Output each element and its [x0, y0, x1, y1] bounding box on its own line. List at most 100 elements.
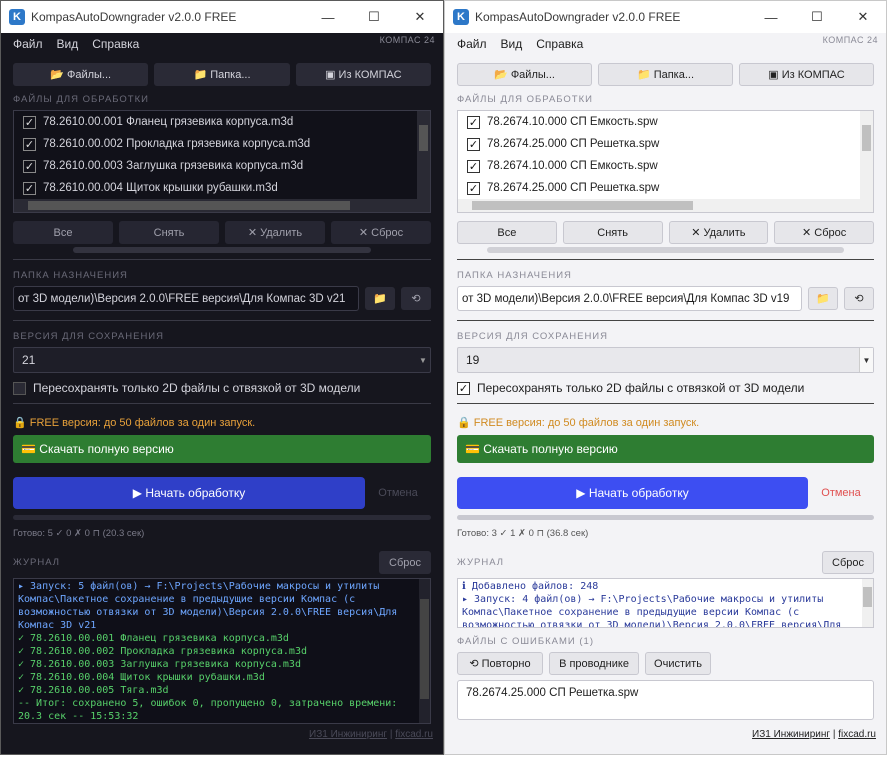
close-icon[interactable]: ✕ [840, 1, 886, 33]
clear-errors-button[interactable]: Очистить [645, 652, 711, 675]
checkbox[interactable]: ✓ [467, 137, 480, 151]
show-in-explorer-button[interactable]: В проводнике [549, 652, 639, 675]
menu-file[interactable]: Файл [457, 37, 487, 51]
list-item[interactable]: ✓ 78.2674.25.000 СП Решетка.spw [458, 133, 873, 155]
horizontal-scrollbar[interactable] [458, 199, 873, 212]
log-reset-button[interactable]: Сброс [822, 551, 874, 574]
checkbox[interactable]: ✓ [23, 115, 36, 129]
start-processing-button[interactable]: ▶ Начать обработку [13, 477, 365, 509]
deselect-button[interactable]: Снять [119, 221, 219, 244]
minimize-icon[interactable]: — [748, 1, 794, 33]
log-line: ✓ 78.2610.00.004 Щиток крышки рубашки.m3… [18, 672, 265, 683]
delete-button[interactable]: ✕ Удалить [668, 221, 769, 244]
reset-path-button[interactable]: ⟲ [401, 287, 431, 310]
delete-button[interactable]: ✕ Удалить [225, 221, 325, 244]
reset-list-button[interactable]: ✕ Сброс [331, 221, 431, 244]
list-item[interactable]: ✓ 78.2610.00.001 Фланец грязевика корпуса… [14, 111, 430, 133]
site-link[interactable]: fixcad.ru [838, 729, 876, 740]
folder-icon: 📁 [816, 293, 830, 305]
version-section-label: ВЕРСИЯ ДЛЯ СОХРАНЕНИЯ [13, 331, 164, 342]
company-link[interactable]: ИЗ1 Инжиниринг [309, 729, 387, 740]
checkbox[interactable]: ✓ [23, 181, 36, 195]
site-link[interactable]: fixcad.ru [395, 729, 433, 740]
vertical-scrollbar[interactable] [417, 111, 430, 199]
cancel-button[interactable]: Отмена [808, 487, 874, 499]
menu-help[interactable]: Справка [92, 37, 139, 51]
from-kompas-button[interactable]: ▣ Из КОМПАС [295, 63, 431, 86]
kompas-version-badge: КОМПАС 24 [822, 35, 878, 45]
list-item[interactable]: ✓ 78.2610.00.002 Прокладка грязевика корп… [14, 133, 430, 155]
browse-folder-button[interactable]: 📁 [365, 287, 395, 310]
file-list: ✓ 78.2610.00.001 Фланец грязевика корпуса… [13, 110, 431, 213]
deselect-button[interactable]: Снять [562, 221, 663, 244]
start-processing-button[interactable]: ▶ Начать обработку [457, 477, 808, 509]
destination-path-input[interactable]: от 3D модели)\Версия 2.0.0\FREE версия\Д… [13, 286, 359, 311]
list-scrollbar[interactable] [73, 247, 371, 253]
log-line: ℹ Добавлено файлов: 248 [462, 581, 599, 592]
error-file-item[interactable]: 78.2674.25.000 СП Решетка.spw [466, 687, 638, 699]
log-output: ℹ Добавлено файлов: 248 ▸ Запуск: 4 файл… [457, 578, 874, 628]
window-title: KompasAutoDowngrader v2.0.0 FREE [31, 10, 237, 24]
cancel-button[interactable]: Отмена [365, 487, 431, 499]
checkbox[interactable]: ✓ [467, 181, 480, 195]
checkbox[interactable]: ✓ [467, 159, 480, 173]
retry-button[interactable]: ⟲ Повторно [457, 652, 543, 675]
menu-file[interactable]: Файл [13, 37, 43, 51]
checkbox[interactable]: ✓ [23, 159, 36, 173]
log-scrollbar[interactable] [419, 579, 430, 723]
checkbox[interactable]: ✓ [23, 137, 36, 151]
reset-list-button[interactable]: ✕ Сброс [774, 221, 874, 244]
add-files-button[interactable]: 📂 Файлы... [13, 63, 149, 86]
checkbox[interactable]: ✓ [467, 115, 480, 129]
horizontal-scrollbar[interactable] [14, 199, 430, 212]
list-item[interactable]: ✓ 78.2610.00.003 Заглушка грязевика корпу… [14, 155, 430, 177]
list-item[interactable]: ✓ 78.2674.10.000 СП Емкость.spw [458, 111, 873, 133]
add-folder-button[interactable]: 📁 Папка... [154, 63, 290, 86]
browse-folder-button[interactable]: 📁 [808, 287, 838, 310]
select-all-button[interactable]: Все [457, 221, 557, 244]
from-kompas-button[interactable]: ▣ Из КОМПАС [739, 63, 874, 86]
app-k-icon: K [453, 9, 469, 25]
refresh-icon: ⟲ [411, 293, 421, 305]
list-item[interactable]: ✓ 78.2674.25.000 СП Решетка.spw [458, 177, 873, 199]
version-select[interactable]: 21 ▼ [13, 347, 431, 373]
vertical-scrollbar[interactable] [860, 111, 873, 199]
download-full-version-button[interactable]: 💳 Скачать полную версию [457, 435, 874, 463]
menu-view[interactable]: Вид [57, 37, 79, 51]
log-reset-button[interactable]: Сброс [379, 551, 431, 574]
menu-help[interactable]: Справка [536, 37, 583, 51]
only-2d-checkbox[interactable] [13, 381, 26, 395]
only-2d-checkbox-row[interactable]: ✓ Пересохранять только 2D файлы с отвязк… [457, 381, 874, 395]
version-select[interactable]: 19 ▼ [457, 347, 874, 373]
minimize-icon[interactable]: — [305, 1, 351, 33]
log-scrollbar[interactable] [862, 579, 873, 627]
only-2d-checkbox[interactable]: ✓ [457, 381, 470, 395]
free-version-note: 🔒 FREE версия: до 50 файлов за один запу… [13, 417, 256, 429]
destination-section-label: ПАПКА НАЗНАЧЕНИЯ [457, 270, 572, 281]
free-version-note: 🔒 FREE версия: до 50 файлов за один запу… [457, 417, 700, 429]
select-all-button[interactable]: Все [13, 221, 113, 244]
only-2d-checkbox-row[interactable]: Пересохранять только 2D файлы с отвязкой… [13, 381, 431, 395]
list-item[interactable]: ✓ 78.2674.10.000 СП Емкость.spw [458, 155, 873, 177]
file-list: ✓ 78.2674.10.000 СП Емкость.spw ✓ 78.2674.… [457, 110, 874, 213]
progress-bar [457, 515, 874, 520]
add-folder-button[interactable]: 📁 Папка... [598, 63, 733, 86]
menu-view[interactable]: Вид [501, 37, 523, 51]
destination-path-input[interactable]: от 3D модели)\Версия 2.0.0\FREE версия\Д… [457, 286, 802, 311]
main-content: 📂 Файлы... 📁 Папка... ▣ Из КОМПАС ФАЙЛЫ … [1, 55, 443, 754]
add-files-button[interactable]: 📂 Файлы... [457, 63, 592, 86]
download-full-version-button[interactable]: 💳 Скачать полную версию [13, 435, 431, 463]
list-scrollbar[interactable] [487, 247, 844, 253]
kompas-version-badge: КОМПАС 24 [379, 35, 435, 45]
close-icon[interactable]: ✕ [397, 1, 443, 33]
file-name: 78.2610.00.001 Фланец грязевика корпуса.… [43, 116, 294, 128]
only-2d-label: Пересохранять только 2D файлы с отвязкой… [33, 381, 361, 395]
maximize-icon[interactable]: ☐ [351, 1, 397, 33]
list-item[interactable]: ✓ 78.2610.00.004 Щиток крышки рубашки.m3d [14, 177, 430, 199]
company-link[interactable]: ИЗ1 Инжиниринг [752, 729, 830, 740]
maximize-icon[interactable]: ☐ [794, 1, 840, 33]
log-line: ▸ Запуск: 4 файл(ов) → F:\Projects\Рабоч… [462, 594, 842, 628]
reset-path-button[interactable]: ⟲ [844, 287, 874, 310]
light-theme-window: K KompasAutoDowngrader v2.0.0 FREE — ☐ ✕… [444, 0, 887, 755]
menu-bar: Файл Вид Справка КОМПАС 24 [1, 33, 443, 55]
